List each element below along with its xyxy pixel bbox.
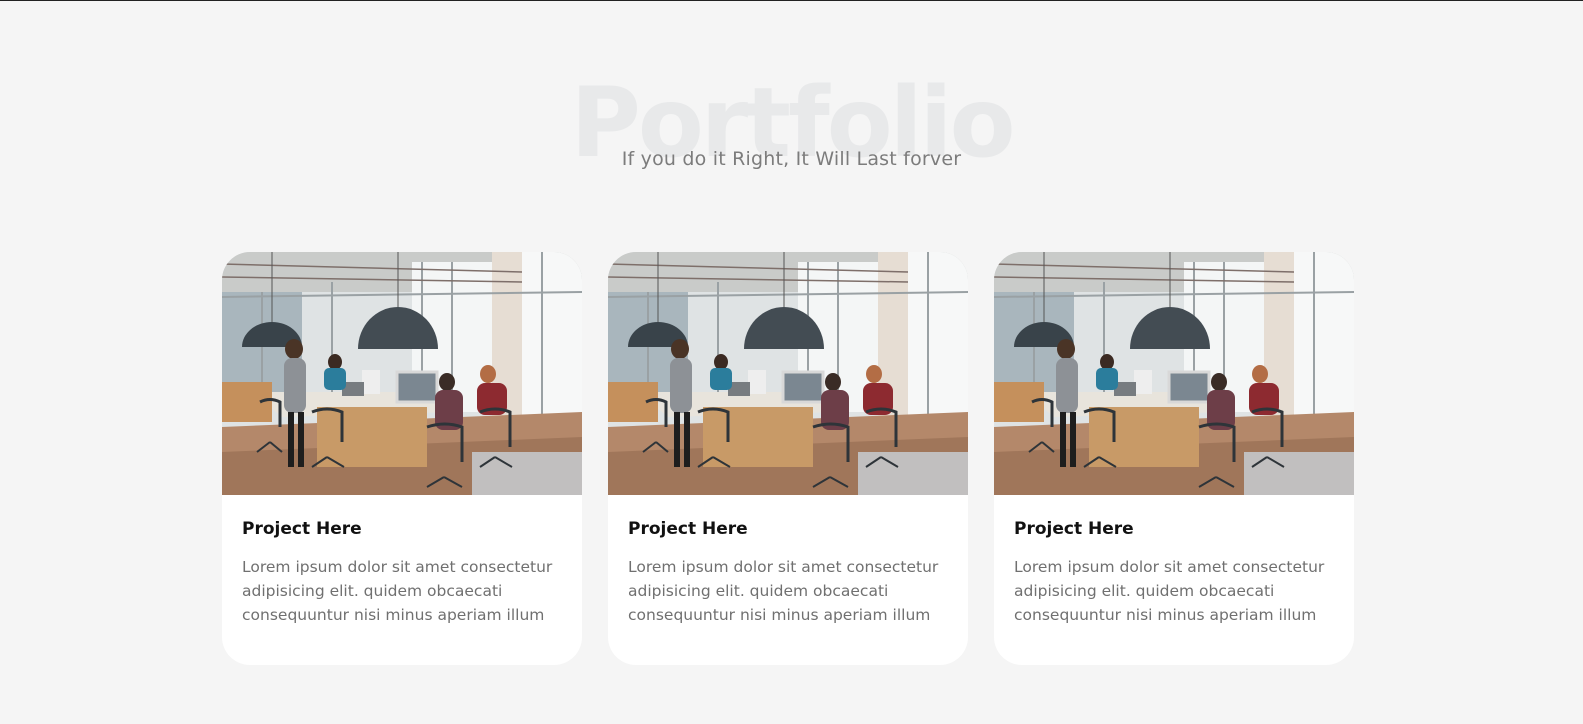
project-card[interactable]: Project Here Lorem ipsum dolor sit amet …: [222, 252, 582, 665]
project-image: [608, 252, 968, 495]
section-subtitle: If you do it Right, It Will Last forver: [621, 148, 962, 170]
project-title: Project Here: [1014, 519, 1134, 539]
project-card-list: Project Here Lorem ipsum dolor sit amet …: [222, 252, 1362, 666]
project-description: Lorem ipsum dolor sit amet consectetur a…: [242, 558, 553, 624]
project-description: Lorem ipsum dolor sit amet consectetur a…: [628, 558, 939, 624]
project-description: Lorem ipsum dolor sit amet consectetur a…: [1014, 558, 1325, 624]
project-image: [222, 252, 582, 495]
top-divider: [0, 0, 1583, 1]
project-card[interactable]: Project Here Lorem ipsum dolor sit amet …: [994, 252, 1354, 665]
project-title: Project Here: [628, 519, 748, 539]
project-image: [994, 252, 1354, 495]
project-title: Project Here: [242, 519, 362, 539]
project-card[interactable]: Project Here Lorem ipsum dolor sit amet …: [608, 252, 968, 665]
section-heading: Portfolio If you do it Right, It Will La…: [0, 60, 1583, 190]
